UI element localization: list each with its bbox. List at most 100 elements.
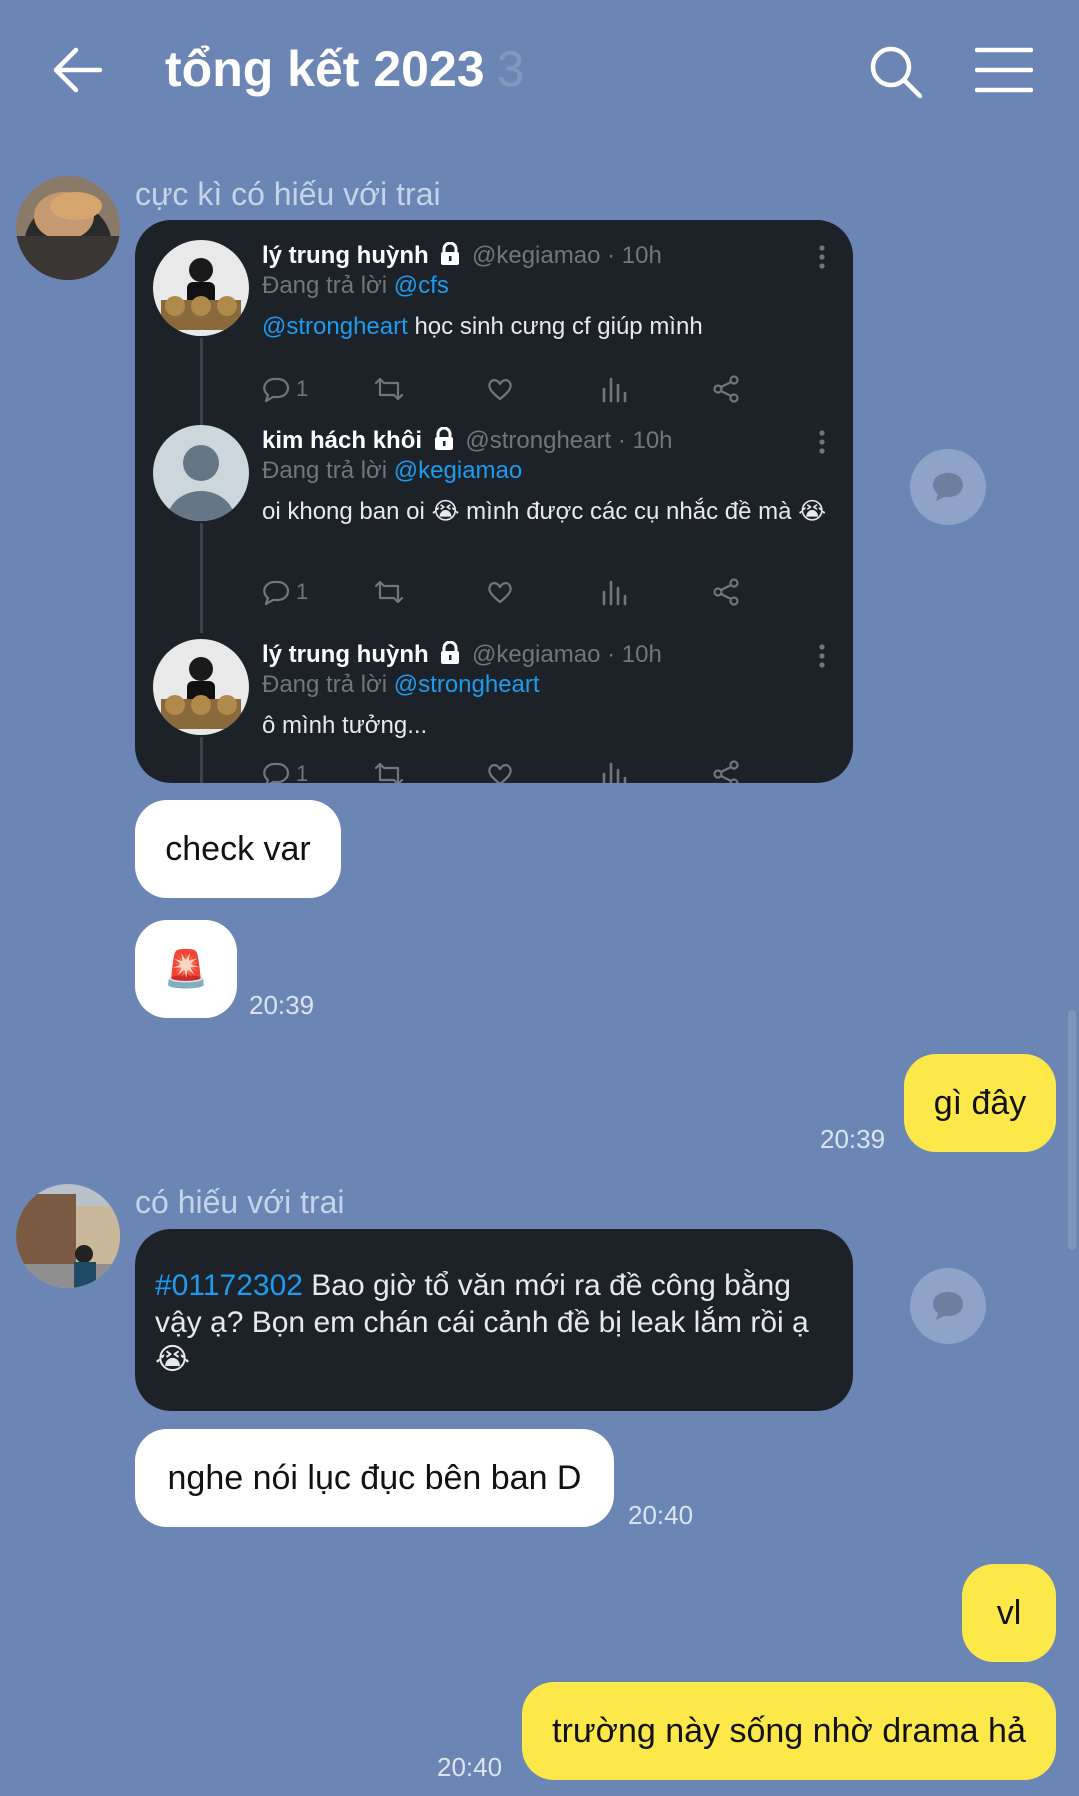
tweet-avatar xyxy=(153,240,249,336)
sender-name: cực kì có hiếu với trai xyxy=(135,176,441,212)
reply-icon xyxy=(263,377,290,403)
avatar-photo xyxy=(16,176,120,280)
heart-icon xyxy=(488,379,512,401)
back-button[interactable] xyxy=(50,42,106,98)
heart-icon xyxy=(488,582,512,604)
retweet-action[interactable] xyxy=(374,575,404,609)
tweet-text: @strongheart học sinh cưng cf giúp mình xyxy=(262,312,832,342)
my-message-bubble[interactable]: gì đây xyxy=(904,1054,1056,1152)
analytics-icon xyxy=(602,377,627,403)
tweet-reply-context: Đang trả lời @kegiamao xyxy=(262,457,522,485)
retweet-icon xyxy=(374,762,404,783)
share-action[interactable] xyxy=(712,575,740,609)
reply-count: 1 xyxy=(296,761,309,783)
retweet-icon xyxy=(374,580,404,604)
siren-emoji: 🚨 xyxy=(163,948,209,989)
scrollbar[interactable] xyxy=(1068,1010,1076,1250)
more-options-icon[interactable] xyxy=(812,244,832,270)
retweet-action[interactable] xyxy=(374,372,404,406)
search-button[interactable] xyxy=(868,44,924,100)
lock-icon xyxy=(441,641,460,664)
tweet-reply-context: Đang trả lời @cfs xyxy=(262,272,449,300)
message-bubble[interactable]: check var xyxy=(135,800,341,898)
tweet-header: lý trung huỳnh @kegiamao · 10h xyxy=(262,641,662,669)
search-icon xyxy=(870,46,923,99)
retweet-action[interactable] xyxy=(374,757,404,783)
tweet-handle: @kegiamao · 10h xyxy=(472,641,662,668)
speech-bubble-icon xyxy=(933,1292,963,1320)
speech-bubble-icon xyxy=(933,473,963,501)
share-action[interactable] xyxy=(712,757,740,783)
tweet-item[interactable]: lý trung huỳnh @kegiamao · 10h Đang trả … xyxy=(135,629,853,783)
views-action[interactable] xyxy=(600,757,628,783)
chat-title-text: tổng kết 2023 xyxy=(165,41,485,97)
message-time: 20:39 xyxy=(249,990,315,1020)
views-action[interactable] xyxy=(600,575,628,609)
reply-prefix: Đang trả lời xyxy=(262,272,388,299)
tweet-handle: @kegiamao · 10h xyxy=(472,242,662,269)
reply-action[interactable]: 1 xyxy=(262,757,308,783)
tweet-avatar xyxy=(153,639,249,735)
thread-connector xyxy=(200,523,203,633)
shared-post-card[interactable]: #01172302 Bao giờ tổ văn mới ra đề công … xyxy=(135,1229,853,1411)
sender-name: có hiếu với trai xyxy=(135,1184,345,1220)
retweet-icon xyxy=(374,377,404,401)
like-action[interactable] xyxy=(486,575,514,609)
tweet-body-text: oi khong ban oi 😭 mình được các cụ nhắc … xyxy=(262,498,827,525)
share-icon xyxy=(713,578,739,606)
forward-button[interactable] xyxy=(910,449,986,525)
sender-avatar[interactable] xyxy=(16,1184,120,1288)
tweet-actions: 1 xyxy=(262,757,842,783)
avatar-photo xyxy=(16,1184,120,1288)
mention-link[interactable]: @strongheart xyxy=(262,313,408,340)
reply-count: 1 xyxy=(296,376,309,401)
analytics-icon xyxy=(602,762,627,783)
tweet-author-name: lý trung huỳnh xyxy=(262,641,429,668)
tweet-item[interactable]: kim hách khôi @strongheart · 10h Đang tr… xyxy=(135,415,853,633)
tweet-handle: @strongheart · 10h xyxy=(465,427,673,454)
tweet-header: kim hách khôi @strongheart · 10h xyxy=(262,427,673,455)
reply-to-link[interactable]: @cfs xyxy=(394,272,449,299)
shared-tweet-thread-card[interactable]: lý trung huỳnh @kegiamao · 10h Đang trả … xyxy=(135,220,853,783)
chat-header: tổng kết 2023 3 xyxy=(0,0,1079,140)
like-action[interactable] xyxy=(486,757,514,783)
message-time: 20:40 xyxy=(628,1500,694,1530)
thread-connector xyxy=(200,737,203,783)
forward-button[interactable] xyxy=(910,1268,986,1344)
reply-prefix: Đang trả lời xyxy=(262,457,388,484)
tweet-body-text: ô mình tưởng... xyxy=(262,712,428,739)
hashtag-link[interactable]: #01172302 xyxy=(155,1269,303,1302)
lock-icon xyxy=(441,242,460,265)
tweet-avatar-default xyxy=(153,425,249,521)
more-options-icon[interactable] xyxy=(812,429,832,455)
reply-icon xyxy=(263,580,290,606)
more-options-icon[interactable] xyxy=(812,643,832,669)
my-message-bubble[interactable]: vl xyxy=(962,1564,1056,1662)
analytics-icon xyxy=(602,580,627,606)
emoji-message-bubble[interactable]: 🚨 xyxy=(135,920,237,1018)
views-action[interactable] xyxy=(600,372,628,406)
reply-action[interactable]: 1 xyxy=(262,575,308,609)
tweet-actions: 1 xyxy=(262,372,842,406)
message-bubble[interactable]: nghe nói lục đục bên ban D xyxy=(135,1429,614,1527)
reply-count: 1 xyxy=(296,579,309,604)
heart-icon xyxy=(488,764,512,783)
tweet-actions: 1 xyxy=(262,575,842,609)
my-message-bubble[interactable]: trường này sống nhờ drama hả xyxy=(522,1682,1056,1780)
reply-to-link[interactable]: @strongheart xyxy=(394,671,540,698)
share-action[interactable] xyxy=(712,372,740,406)
reply-icon xyxy=(263,762,290,783)
chat-title: tổng kết 2023 3 xyxy=(165,40,524,98)
like-action[interactable] xyxy=(486,372,514,406)
reply-prefix: Đang trả lời xyxy=(262,671,388,698)
tweet-item[interactable]: lý trung huỳnh @kegiamao · 10h Đang trả … xyxy=(135,230,853,448)
menu-button[interactable] xyxy=(974,46,1034,94)
hamburger-menu-icon xyxy=(974,47,1034,93)
sender-avatar[interactable] xyxy=(16,176,120,280)
tweet-header: lý trung huỳnh @kegiamao · 10h xyxy=(262,242,662,270)
message-time: 20:40 xyxy=(437,1752,503,1782)
reply-to-link[interactable]: @kegiamao xyxy=(394,457,522,484)
share-icon xyxy=(713,375,739,403)
shared-post-text: #01172302 Bao giờ tổ văn mới ra đề công … xyxy=(155,1267,835,1378)
reply-action[interactable]: 1 xyxy=(262,372,308,406)
